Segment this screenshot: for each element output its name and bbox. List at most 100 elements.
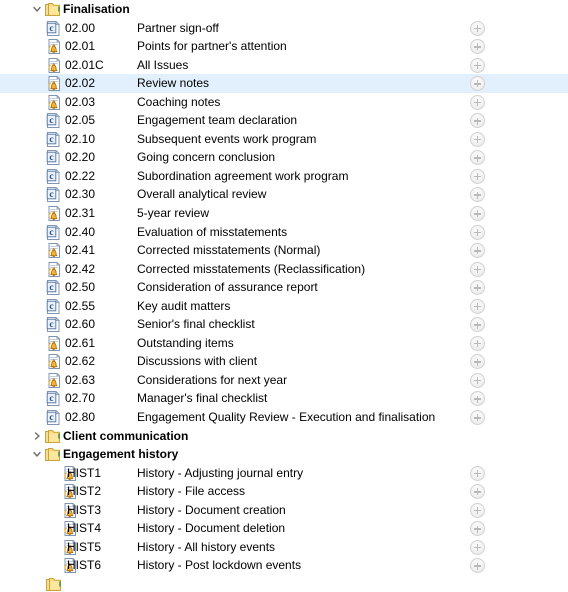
tree-file-row[interactable]: HIST3 History - Document creation (0, 501, 568, 520)
svg-text:c: c (49, 23, 53, 33)
document-code: 02.63 (65, 372, 96, 387)
add-document-button[interactable] (470, 502, 485, 518)
tree-file-row[interactable]: c 02.22 Subordination agreement work progr… (0, 167, 568, 186)
chevron-down-icon[interactable] (29, 0, 45, 19)
partial-folder-icon-bottom (46, 577, 62, 592)
tree-file-row[interactable]: HIST6 History - Post lockdown events (0, 556, 568, 575)
tree-file-row[interactable]: 02.61 Outstanding items (0, 334, 568, 353)
tree-file-row[interactable]: c 02.20 Going concern conclusion (0, 148, 568, 167)
add-document-button[interactable] (470, 57, 485, 73)
document-bell-icon (46, 38, 61, 55)
add-document-button[interactable] (470, 372, 485, 388)
tree-file-row[interactable]: c 02.55 Key audit matters (0, 297, 568, 316)
tree-file-row[interactable]: 02.62 Discussions with client (0, 352, 568, 371)
add-document-button[interactable] (470, 539, 485, 555)
tree-file-row[interactable]: 02.03 Coaching notes (0, 93, 568, 112)
add-document-button[interactable] (470, 298, 485, 314)
add-document-button[interactable] (470, 354, 485, 370)
document-bell-icon (46, 261, 61, 277)
document-code: 02.02 (65, 76, 96, 91)
tree-file-row[interactable]: HIST5 History - All history events (0, 538, 568, 557)
document-description: Discussions with client (137, 354, 258, 369)
document-c-icon: c (46, 391, 61, 407)
add-document-button[interactable] (470, 335, 485, 351)
add-document-button[interactable] (470, 150, 485, 166)
add-document-button[interactable] (470, 521, 485, 537)
document-code: 02.22 (65, 168, 96, 183)
add-document-button[interactable] (470, 187, 485, 203)
tree-file-row[interactable]: HIST4 History - Document deletion (0, 519, 568, 538)
add-document-button[interactable] (470, 113, 485, 129)
add-document-button[interactable] (470, 206, 485, 222)
tree-file-row[interactable]: 02.42 Corrected misstatements (Reclassifi… (0, 260, 568, 279)
document-bell-icon (46, 57, 61, 73)
tree-file-row[interactable]: HIST2 History - File access (0, 482, 568, 501)
svg-text:c: c (49, 227, 53, 237)
document-code: 02.01C (65, 57, 104, 72)
tree-file-row[interactable]: c 02.00 Partner sign-off (0, 19, 568, 38)
add-document-button[interactable] (470, 558, 485, 574)
add-document-button[interactable] (470, 131, 485, 147)
tree-file-row[interactable]: HIST1 History - Adjusting journal entry (0, 464, 568, 483)
tree-file-row[interactable]: c 02.40 Evaluation of misstatements (0, 223, 568, 242)
document-description: Considerations for next year (137, 372, 288, 387)
document-code: 02.60 (65, 317, 96, 332)
add-document-button[interactable] (470, 280, 485, 296)
document-c-icon: c (46, 224, 61, 240)
document-bell-icon (46, 335, 61, 351)
add-document-button[interactable] (470, 94, 485, 110)
document-description: Consideration of assurance report (137, 280, 318, 295)
add-document-button[interactable] (470, 224, 485, 240)
add-document-button[interactable] (470, 317, 485, 333)
tree-folder-row[interactable]: Engagement history (0, 445, 568, 464)
add-document-button[interactable] (470, 261, 485, 277)
tree-file-row[interactable]: 02.01 Points for partner's attention (0, 37, 568, 56)
tree-file-row[interactable]: 02.01C All Issues (0, 56, 568, 75)
document-description: Going concern conclusion (137, 150, 276, 165)
add-document-button[interactable] (470, 39, 485, 55)
tree-file-row[interactable]: c 02.70 Manager's final checklist (0, 389, 568, 408)
svg-text:c: c (49, 394, 53, 404)
tree-file-row[interactable]: c 02.80 Engagement Quality Review - Execut… (0, 408, 568, 427)
document-description: Outstanding items (137, 335, 234, 350)
tree-file-row[interactable]: c 02.30 Overall analytical review (0, 185, 568, 204)
chevron-right-icon[interactable] (29, 427, 45, 446)
add-document-button[interactable] (470, 391, 485, 407)
document-description: History - Document creation (137, 502, 286, 517)
document-code: HIST4 (67, 521, 102, 536)
tree-file-row[interactable]: 02.02 Review notes (0, 74, 568, 93)
add-document-button[interactable] (470, 76, 485, 92)
document-code: 02.01 (65, 39, 96, 54)
document-code: HIST3 (67, 502, 102, 517)
tree-file-row[interactable]: c 02.05 Engagement team declaration (0, 111, 568, 130)
add-document-button[interactable] (470, 410, 485, 426)
add-document-button[interactable] (470, 484, 485, 500)
document-bell-icon (46, 372, 61, 388)
add-document-button[interactable] (470, 465, 485, 481)
document-description: Senior's final checklist (137, 317, 255, 332)
tree-file-row[interactable]: 02.41 Corrected misstatements (Normal) (0, 241, 568, 260)
tree-file-row[interactable]: c 02.50 Consideration of assurance report (0, 278, 568, 297)
document-description: Engagement team declaration (137, 113, 298, 128)
document-c-icon: c (46, 112, 61, 129)
tree-file-row[interactable]: 02.31 5-year review (0, 204, 568, 223)
tree-folder-row[interactable]: Finalisation (0, 0, 568, 19)
document-code: 02.05 (65, 113, 96, 128)
tree-folder-row[interactable]: Client communication (0, 427, 568, 446)
tree-file-row[interactable]: c 02.60 Senior's final checklist (0, 315, 568, 334)
svg-text:c: c (49, 302, 53, 312)
add-document-button[interactable] (470, 243, 485, 259)
add-document-button[interactable] (470, 168, 485, 184)
tree-file-row[interactable]: c 02.10 Subsequent events work program (0, 130, 568, 149)
document-description: Review notes (137, 76, 210, 91)
document-code: 02.00 (65, 20, 96, 35)
document-code: 02.10 (65, 131, 96, 146)
document-description: Overall analytical review (137, 187, 267, 202)
svg-text:c: c (49, 153, 53, 163)
document-c-icon: c (46, 409, 61, 426)
add-document-button[interactable] (470, 20, 485, 36)
document-code: 02.30 (65, 187, 96, 202)
folder-label: Client communication (63, 428, 189, 443)
chevron-down-icon[interactable] (29, 445, 45, 464)
tree-file-row[interactable]: 02.63 Considerations for next year (0, 371, 568, 390)
